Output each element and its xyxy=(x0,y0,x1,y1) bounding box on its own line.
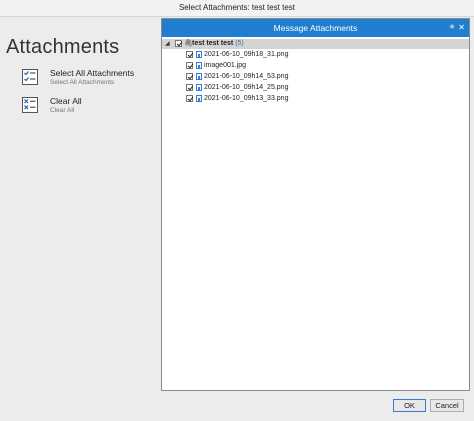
file-checkbox[interactable] xyxy=(186,84,193,91)
file-name: 2021-06-10_09h14_25.png xyxy=(204,84,289,91)
select-all-label: Select All Attachments xyxy=(50,68,135,78)
file-name: 2021-06-10_09h14_53.png xyxy=(204,73,289,80)
pin-icon[interactable]: ✳ xyxy=(449,19,455,37)
panel-title: Message Attachments xyxy=(273,23,358,33)
list-item[interactable]: 2021-06-10_09h18_31.png xyxy=(184,50,384,60)
root-checkbox[interactable] xyxy=(175,40,182,47)
image-file-icon xyxy=(196,95,202,102)
panel-header: Message Attachments ✳ ✕ xyxy=(162,19,469,37)
cancel-button[interactable]: Cancel xyxy=(430,399,464,412)
collapse-arrow-icon[interactable]: ◢ xyxy=(165,39,170,49)
image-file-icon xyxy=(196,51,202,58)
file-checkbox[interactable] xyxy=(186,73,193,80)
file-name: 2021-06-10_09h18_31.png xyxy=(204,51,289,58)
root-label: test test test (5) xyxy=(192,40,244,47)
page-title: Attachments xyxy=(6,36,120,58)
image-file-icon xyxy=(196,62,202,69)
select-all-icon xyxy=(22,69,38,85)
list-item[interactable]: 2021-06-10_09h13_33.png xyxy=(184,94,384,104)
clear-all-icon xyxy=(22,97,38,113)
clear-all-button[interactable]: Clear All Clear All xyxy=(22,96,152,118)
image-file-icon xyxy=(196,84,202,91)
file-checkbox[interactable] xyxy=(186,62,193,69)
message-attachments-panel: Message Attachments ✳ ✕ ◢ 🖇 test test te… xyxy=(161,18,470,391)
list-item[interactable]: 2021-06-10_09h14_25.png xyxy=(184,83,384,93)
ok-button[interactable]: OK xyxy=(393,399,426,412)
list-item[interactable]: image001.jpg xyxy=(184,61,384,71)
tree-root-row[interactable]: ◢ 🖇 test test test (5) xyxy=(162,39,469,49)
file-name: image001.jpg xyxy=(204,62,247,69)
file-checkbox[interactable] xyxy=(186,51,193,58)
window-title: Select Attachments: test test test xyxy=(0,0,474,17)
list-item[interactable]: 2021-06-10_09h14_53.png xyxy=(184,72,384,82)
image-file-icon xyxy=(196,73,202,80)
clear-all-sublabel: Clear All xyxy=(50,107,75,114)
close-icon[interactable]: ✕ xyxy=(458,19,465,37)
file-checkbox[interactable] xyxy=(186,95,193,102)
select-all-attachments-button[interactable]: Select All Attachments Select All Attach… xyxy=(22,68,152,90)
attachment-count: (5) xyxy=(235,40,244,47)
select-all-sublabel: Select All Attachments xyxy=(50,79,115,86)
file-name: 2021-06-10_09h13_33.png xyxy=(204,95,289,102)
clear-all-label: Clear All xyxy=(50,96,82,106)
